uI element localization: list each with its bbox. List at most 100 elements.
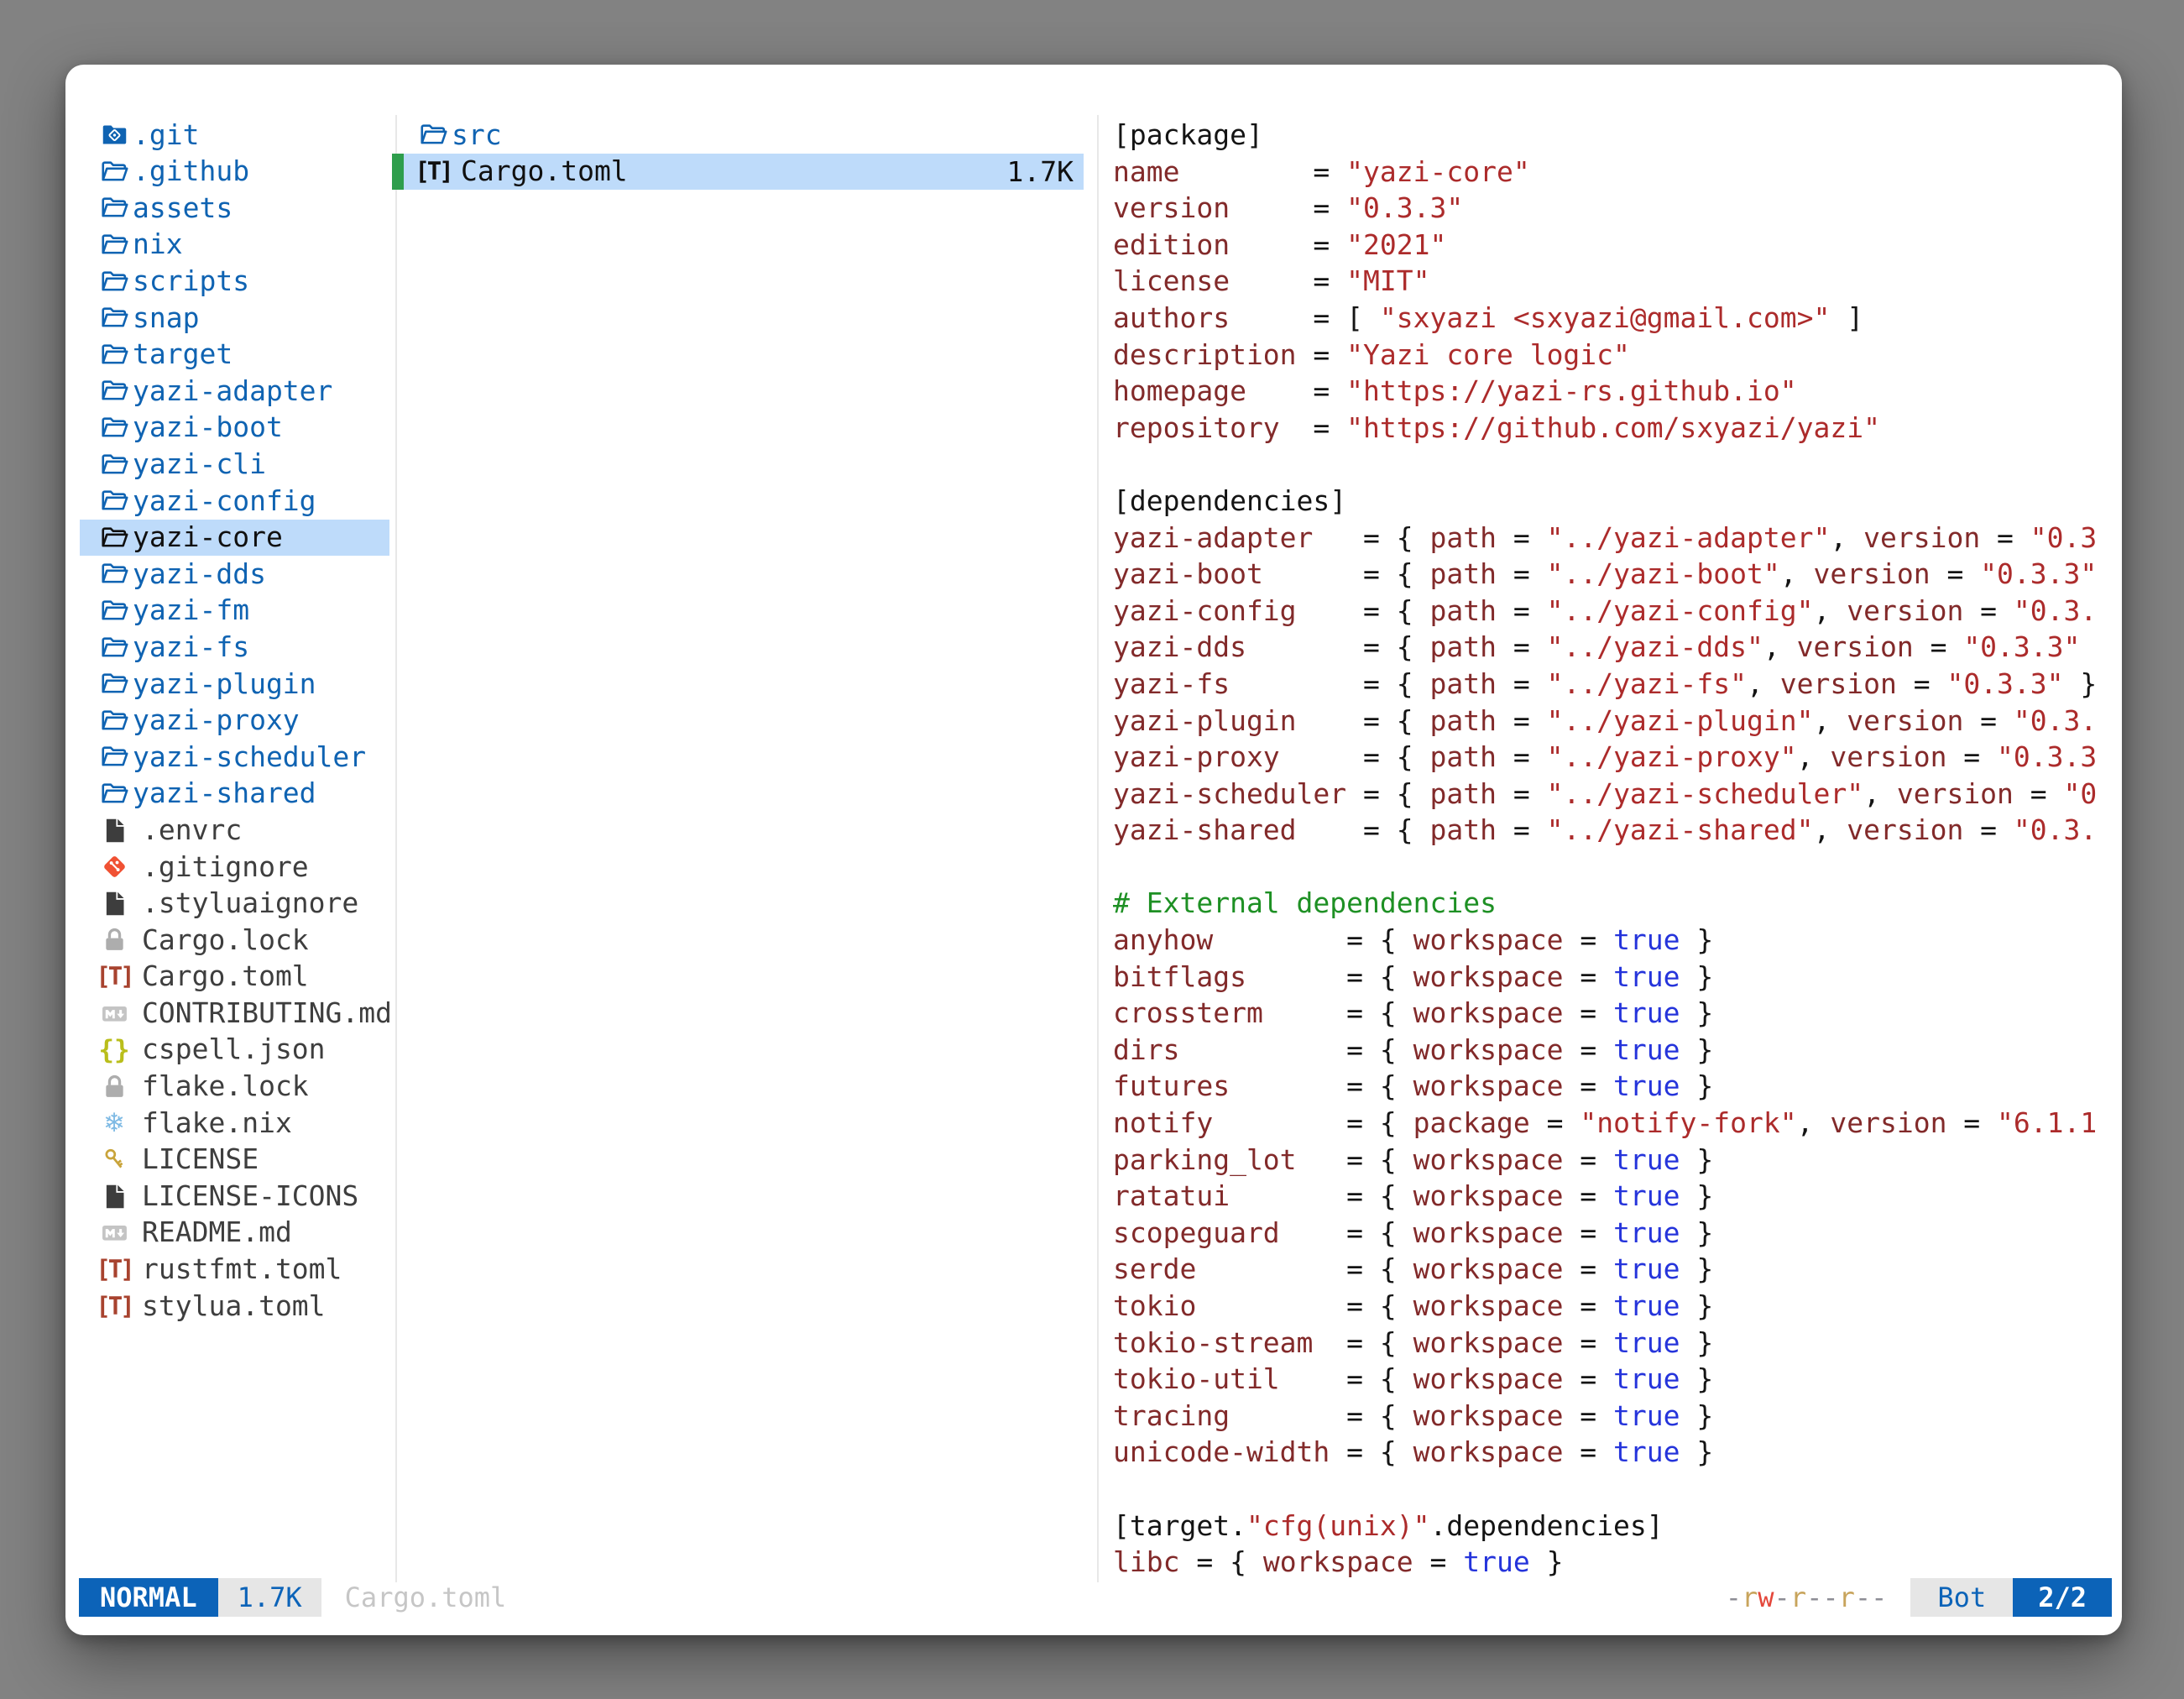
dir-item-nix[interactable]: nix [80, 227, 389, 264]
file-item-.gitignore[interactable]: .gitignore [80, 849, 389, 886]
file-size-badge: 1.7K [218, 1578, 321, 1617]
dir-item-assets[interactable]: assets [80, 190, 389, 227]
item-label: README.md [142, 1217, 292, 1247]
code-line [1113, 849, 2112, 886]
dir-item-yazi-plugin[interactable]: yazi-plugin [80, 666, 389, 703]
folder-icon [417, 118, 449, 152]
folder-icon [98, 630, 130, 664]
file-item-README.md[interactable]: README.md [80, 1215, 389, 1252]
code-line: crossterm = { workspace = true } [1113, 995, 2112, 1032]
code-line: tracing = { workspace = true } [1113, 1398, 2112, 1435]
dir-item-.git[interactable]: .git [80, 117, 389, 154]
item-label: yazi-config [133, 486, 316, 516]
lock-icon [98, 923, 130, 957]
item-label: flake.nix [142, 1108, 292, 1138]
item-label: .github [133, 156, 249, 186]
dir-item-yazi-shared[interactable]: yazi-shared [80, 776, 389, 813]
dir-item-.github[interactable]: .github [80, 154, 389, 191]
code-line: libc = { workspace = true } [1113, 1544, 2112, 1581]
dir-item-target[interactable]: target [80, 337, 389, 374]
dir-item-yazi-adapter[interactable]: yazi-adapter [80, 373, 389, 410]
dir-item-src[interactable]: src [396, 117, 1084, 154]
code-line [1113, 446, 2112, 483]
document-icon [98, 886, 130, 920]
nix-icon: ❄ [98, 1106, 130, 1140]
dir-item-yazi-dds[interactable]: yazi-dds [80, 556, 389, 593]
item-label: scripts [133, 266, 249, 296]
item-label: CONTRIBUTING.md [142, 998, 392, 1028]
document-icon [98, 1179, 130, 1213]
license-key-icon [98, 1142, 130, 1176]
code-line: description = "Yazi core logic" [1113, 337, 2112, 374]
file-item-cspell.json[interactable]: {} cspell.json [80, 1032, 389, 1069]
dir-item-yazi-scheduler[interactable]: yazi-scheduler [80, 739, 389, 776]
dir-item-yazi-fm[interactable]: yazi-fm [80, 593, 389, 630]
file-item-.styluaignore[interactable]: .styluaignore [80, 885, 389, 922]
item-label: LICENSE-ICONS [142, 1181, 358, 1211]
item-label: yazi-scheduler [133, 742, 366, 772]
item-label: yazi-dds [133, 559, 266, 589]
toml-icon: [T] [98, 1252, 130, 1286]
item-label: rustfmt.toml [142, 1254, 342, 1284]
item-label: Cargo.toml [142, 961, 309, 991]
file-item-Cargo.toml[interactable]: [T]Cargo.toml1.7K [396, 154, 1084, 191]
dir-item-snap[interactable]: snap [80, 300, 389, 337]
file-item-LICENSE[interactable]: LICENSE [80, 1142, 389, 1179]
folder-icon [98, 776, 130, 810]
json-icon: {} [98, 1033, 130, 1067]
item-label: nix [133, 229, 183, 259]
folder-icon [98, 264, 130, 298]
current-pane: src[T]Cargo.toml1.7K [396, 117, 1098, 190]
item-label: .envrc [142, 815, 242, 845]
folder-icon [98, 411, 130, 445]
file-index-badge: 2/2 [2013, 1578, 2112, 1617]
status-bar-right: -rw-r--r-- Bot 2/2 [1726, 1578, 2112, 1617]
folder-icon [98, 667, 130, 701]
item-label: yazi-adapter [133, 376, 332, 406]
file-item-CONTRIBUTING.md[interactable]: CONTRIBUTING.md [80, 995, 389, 1032]
dir-item-yazi-cli[interactable]: yazi-cli [80, 446, 389, 483]
folder-icon [98, 374, 130, 408]
toml-icon: [T] [98, 1289, 130, 1323]
file-item-LICENSE-ICONS[interactable]: LICENSE-ICONS [80, 1178, 389, 1215]
dir-item-yazi-config[interactable]: yazi-config [80, 483, 389, 520]
pane-separator [1097, 115, 1099, 1582]
code-line: yazi-shared = { path = "../yazi-shared",… [1113, 812, 2112, 849]
file-item-flake.lock[interactable]: flake.lock [80, 1068, 389, 1105]
markdown-icon [98, 996, 130, 1030]
folder-icon [98, 337, 130, 371]
item-label: flake.lock [142, 1071, 309, 1101]
code-line: # External dependencies [1113, 885, 2112, 922]
folder-icon [98, 740, 130, 774]
item-label: Cargo.toml [461, 156, 628, 186]
code-line: parking_lot = { workspace = true } [1113, 1142, 2112, 1179]
status-bar: NORMAL 1.7K Cargo.toml -rw-r--r-- Bot 2/… [79, 1578, 2112, 1617]
parent-pane: .git.githubassetsnixscriptssnaptargetyaz… [80, 117, 396, 1325]
git-icon [98, 850, 130, 884]
code-line: yazi-scheduler = { path = "../yazi-sched… [1113, 776, 2112, 813]
document-icon [98, 813, 130, 847]
file-item-Cargo.toml[interactable]: [T]Cargo.toml [80, 959, 389, 996]
dir-item-yazi-boot[interactable]: yazi-boot [80, 410, 389, 447]
code-line: unicode-width = { workspace = true } [1113, 1434, 2112, 1471]
item-label: src [452, 120, 502, 150]
item-label: Cargo.lock [142, 925, 309, 955]
dir-item-scripts[interactable]: scripts [80, 263, 389, 300]
dir-item-yazi-fs[interactable]: yazi-fs [80, 629, 389, 666]
dir-item-yazi-core[interactable]: yazi-core [80, 520, 389, 557]
file-item-stylua.toml[interactable]: [T]stylua.toml [80, 1288, 389, 1325]
code-line: yazi-dds = { path = "../yazi-dds", versi… [1113, 629, 2112, 666]
file-item-flake.nix[interactable]: ❄ flake.nix [80, 1105, 389, 1142]
file-item-Cargo.lock[interactable]: Cargo.lock [80, 922, 389, 959]
folder-icon [98, 594, 130, 628]
file-item-rustfmt.toml[interactable]: [T] rustfmt.toml [80, 1251, 389, 1288]
item-label: .gitignore [142, 852, 309, 882]
markdown-icon [98, 1216, 130, 1250]
dir-item-yazi-proxy[interactable]: yazi-proxy [80, 703, 389, 740]
file-item-.envrc[interactable]: .envrc [80, 812, 389, 849]
item-size: 1.7K [1007, 155, 1084, 188]
preview-pane[interactable]: [package]name = "yazi-core"version = "0.… [1113, 117, 2112, 1581]
code-line: scopeguard = { workspace = true } [1113, 1215, 2112, 1252]
item-label: cspell.json [142, 1034, 326, 1064]
code-line [1113, 1471, 2112, 1508]
